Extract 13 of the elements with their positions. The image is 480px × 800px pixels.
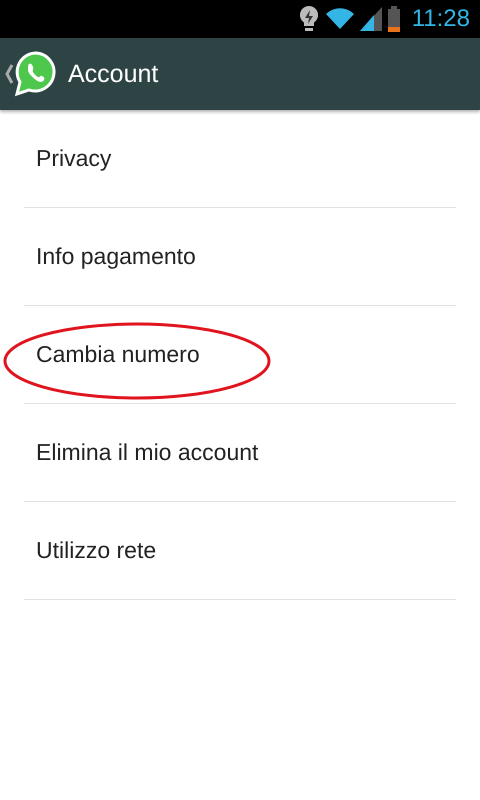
- settings-item[interactable]: Utilizzo rete: [36, 537, 156, 564]
- screen-title: Account: [68, 60, 158, 88]
- settings-item[interactable]: Privacy: [36, 145, 112, 172]
- settings-item[interactable]: Cambia numero: [36, 341, 200, 368]
- bulb-icon: [298, 5, 320, 33]
- clock-time: 11:28: [412, 5, 470, 33]
- battery-icon: [388, 6, 400, 32]
- back-caret-icon[interactable]: [4, 64, 14, 84]
- settings-item[interactable]: Elimina il mio account: [36, 439, 258, 466]
- chat-phone-logo-icon[interactable]: [14, 51, 58, 97]
- signal-icon: [360, 7, 382, 31]
- settings-item[interactable]: Info pagamento: [36, 243, 196, 270]
- wifi-icon: [326, 7, 354, 31]
